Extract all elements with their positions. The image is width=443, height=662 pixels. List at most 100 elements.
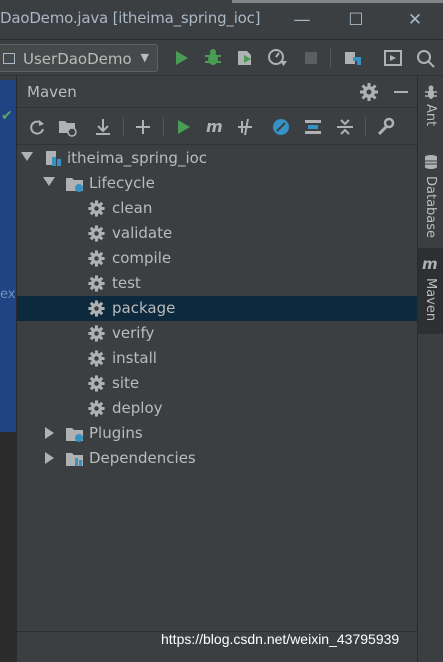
- hide-icon[interactable]: [391, 82, 411, 102]
- maven-project-icon: [46, 151, 61, 166]
- maven-panel-header: Maven: [17, 76, 418, 108]
- tree-goal-deploy[interactable]: deploy: [17, 396, 418, 421]
- goal-label: clean: [112, 199, 153, 217]
- debug-icon[interactable]: [202, 47, 224, 69]
- run-configuration-dropdown[interactable]: UserDaoDemo ▼: [0, 44, 158, 72]
- goal-label: validate: [112, 224, 173, 242]
- tool-tab-label: Ant: [423, 104, 438, 127]
- goal-label: compile: [112, 249, 172, 267]
- toolbar-separator: [163, 117, 164, 137]
- goal-label: verify: [112, 324, 155, 342]
- title-bar-edge: [232, 0, 443, 3]
- tree-goal-site[interactable]: site: [17, 371, 418, 396]
- tree-goal-compile[interactable]: compile: [17, 246, 418, 271]
- plugins-folder-icon: [66, 428, 83, 442]
- lifecycle-folder-icon: [66, 178, 83, 192]
- svg-text:m: m: [206, 117, 223, 136]
- gear-icon: [87, 324, 106, 343]
- maven-settings-icon[interactable]: [375, 117, 395, 137]
- search-icon[interactable]: [414, 47, 436, 69]
- toolbar-separator: [330, 48, 331, 68]
- coverage-icon[interactable]: [234, 47, 256, 69]
- tree-lifecycle-label: Lifecycle: [89, 174, 155, 192]
- chevron-down-icon: ▼: [140, 51, 149, 64]
- maven-panel-title: Maven: [27, 83, 77, 101]
- toggle-panel-icon[interactable]: [382, 47, 404, 69]
- database-icon: [425, 155, 437, 169]
- goal-label: install: [112, 349, 157, 367]
- goal-label: deploy: [112, 399, 163, 417]
- run-icon[interactable]: [173, 117, 193, 137]
- editor-text-fragment: ex: [0, 287, 16, 302]
- gear-icon: [87, 199, 106, 218]
- goal-label: site: [112, 374, 140, 392]
- tree-goal-validate[interactable]: validate: [17, 221, 418, 246]
- check-icon: ✔: [1, 108, 13, 124]
- gear-icon: [87, 249, 106, 268]
- generate-sources-icon[interactable]: [57, 117, 77, 137]
- goal-label: package: [112, 299, 176, 317]
- tree-dependencies-label: Dependencies: [89, 449, 196, 467]
- tool-tab-maven[interactable]: m Maven: [418, 248, 443, 334]
- gear-icon: [87, 349, 106, 368]
- tree-goal-install[interactable]: install: [17, 346, 418, 371]
- run-configuration-label: UserDaoDemo: [23, 50, 132, 68]
- tool-tab-database[interactable]: Database: [418, 150, 443, 242]
- gear-icon: [87, 399, 106, 418]
- toolbar-separator: [365, 117, 366, 137]
- title-bar: DaoDemo.java [itheima_spring_ioc] — ☐ ✕: [0, 0, 443, 40]
- tool-tab-label: Maven: [423, 278, 438, 322]
- toolbar-separator: [123, 117, 124, 137]
- tree-plugins-label: Plugins: [89, 424, 143, 442]
- tool-tab-ant[interactable]: Ant: [418, 82, 443, 144]
- minimize-button[interactable]: —: [287, 6, 317, 34]
- execute-goal-icon[interactable]: m: [205, 117, 225, 137]
- gear-icon: [87, 299, 106, 318]
- stop-icon[interactable]: [300, 47, 322, 69]
- editor-fragment: ✔ ex: [0, 80, 16, 432]
- tool-tab-label: Database: [423, 176, 438, 239]
- tree-goal-clean[interactable]: clean: [17, 196, 418, 221]
- watermark-text: https://blog.csdn.net/weixin_43795939: [161, 631, 400, 647]
- maximize-button[interactable]: ☐: [341, 6, 371, 34]
- close-button[interactable]: ✕: [400, 6, 430, 34]
- show-dependencies-icon[interactable]: [303, 117, 323, 137]
- expand-arrow-icon[interactable]: [45, 427, 54, 439]
- maven-toolbar: m: [17, 109, 418, 145]
- tree-node-lifecycle[interactable]: Lifecycle: [17, 171, 418, 196]
- tree-node-plugins[interactable]: Plugins: [17, 421, 418, 446]
- maven-icon: m: [422, 256, 438, 272]
- main-toolbar: UserDaoDemo ▼: [0, 40, 443, 76]
- expand-arrow-icon[interactable]: [21, 152, 33, 161]
- svg-text:m: m: [422, 256, 438, 272]
- goal-label: test: [112, 274, 141, 292]
- right-tool-strip: Ant Database m Maven: [417, 76, 443, 662]
- ant-icon: [425, 85, 437, 99]
- tree-goal-test[interactable]: test: [17, 271, 418, 296]
- collapse-all-icon[interactable]: [335, 117, 355, 137]
- add-icon[interactable]: [133, 117, 153, 137]
- tree-project-label: itheima_spring_ioc: [67, 149, 208, 167]
- profile-icon[interactable]: [266, 47, 288, 69]
- editor-gutter: [0, 432, 16, 662]
- expand-arrow-icon[interactable]: [45, 452, 54, 464]
- gear-icon: [87, 224, 106, 243]
- settings-icon[interactable]: [359, 82, 379, 102]
- gear-icon: [87, 374, 106, 393]
- project-structure-icon[interactable]: [342, 47, 364, 69]
- window-title: DaoDemo.java [itheima_spring_ioc]: [0, 9, 261, 27]
- tree-node-dependencies[interactable]: Dependencies: [17, 446, 418, 471]
- dependencies-folder-icon: [66, 453, 83, 466]
- tree-node-project[interactable]: itheima_spring_ioc: [17, 146, 418, 171]
- maven-panel: Maven m itheima_spring_ioc Lifecycle cle…: [16, 76, 418, 662]
- tree-goal-verify[interactable]: verify: [17, 321, 418, 346]
- skip-tests-icon[interactable]: [271, 117, 291, 137]
- tree-goal-package[interactable]: package: [17, 296, 418, 321]
- config-icon: [3, 53, 15, 64]
- run-icon[interactable]: [170, 47, 192, 69]
- toggle-offline-icon[interactable]: [235, 117, 255, 137]
- expand-arrow-icon[interactable]: [43, 177, 55, 186]
- gear-icon: [87, 274, 106, 293]
- download-icon[interactable]: [93, 117, 113, 137]
- reload-icon[interactable]: [27, 117, 47, 137]
